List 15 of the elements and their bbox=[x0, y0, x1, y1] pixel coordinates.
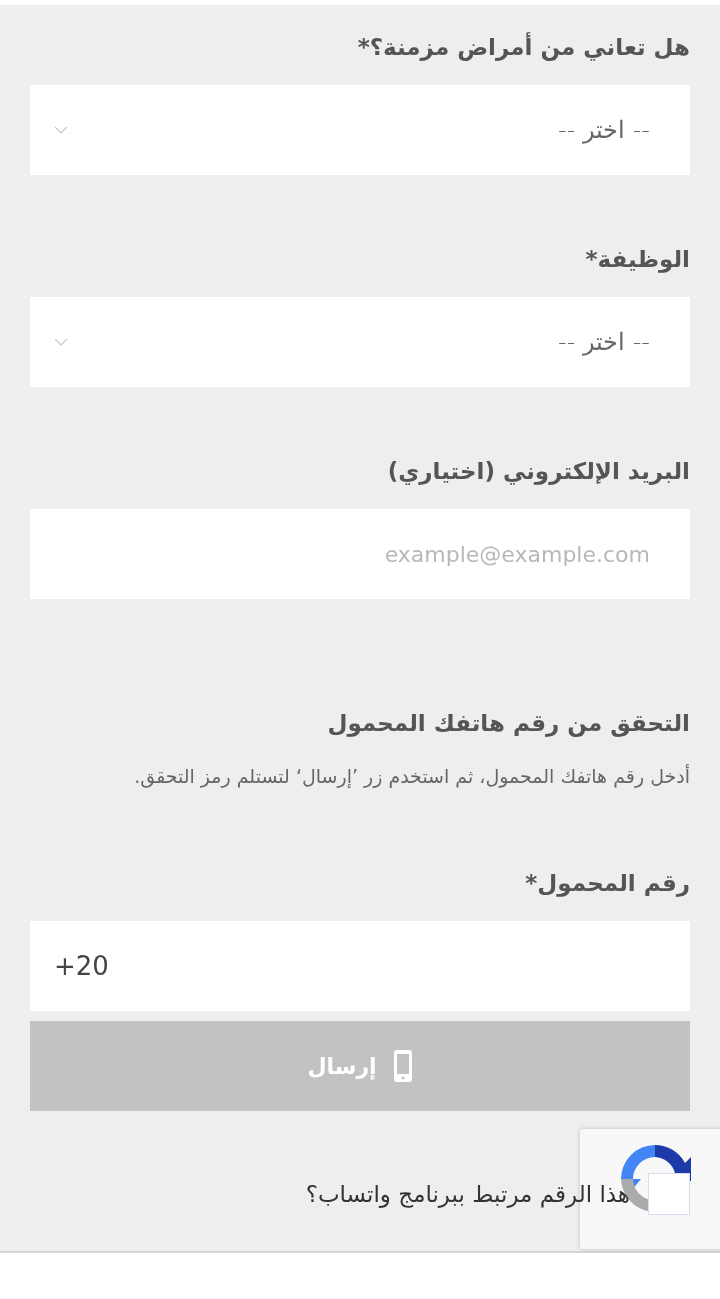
chevron-down-icon bbox=[54, 126, 68, 134]
chevron-down-icon bbox=[54, 338, 68, 346]
description-text: أدخل رقم هاتفك المحمول، ثم استخدم زر ’إرسال‘ لتستلم رمز التحقق. bbox=[133, 763, 690, 790]
section-heading: التحقق من رقم هاتفك المحمول bbox=[326, 709, 690, 739]
field-label: هل تعاني من أمراض مزمنة؟* bbox=[356, 31, 690, 63]
field-label: الوظيفة* bbox=[584, 245, 690, 275]
phone-field[interactable]: +20 bbox=[30, 921, 690, 1011]
field-label: رقم المحمول* bbox=[524, 869, 690, 899]
field-label: البريد الإلكتروني (اختياري) bbox=[386, 457, 690, 487]
whatsapp-label: هذا الرقم مرتبط ببرنامج واتساب؟ bbox=[305, 1181, 630, 1207]
select-field[interactable]: -- اختر -- bbox=[30, 297, 690, 387]
email-field[interactable]: example@example.com bbox=[30, 509, 690, 599]
whatsapp-checkbox[interactable] bbox=[648, 1173, 690, 1215]
phone-icon bbox=[392, 1049, 413, 1083]
select-field[interactable]: -- اختر -- bbox=[30, 85, 690, 175]
